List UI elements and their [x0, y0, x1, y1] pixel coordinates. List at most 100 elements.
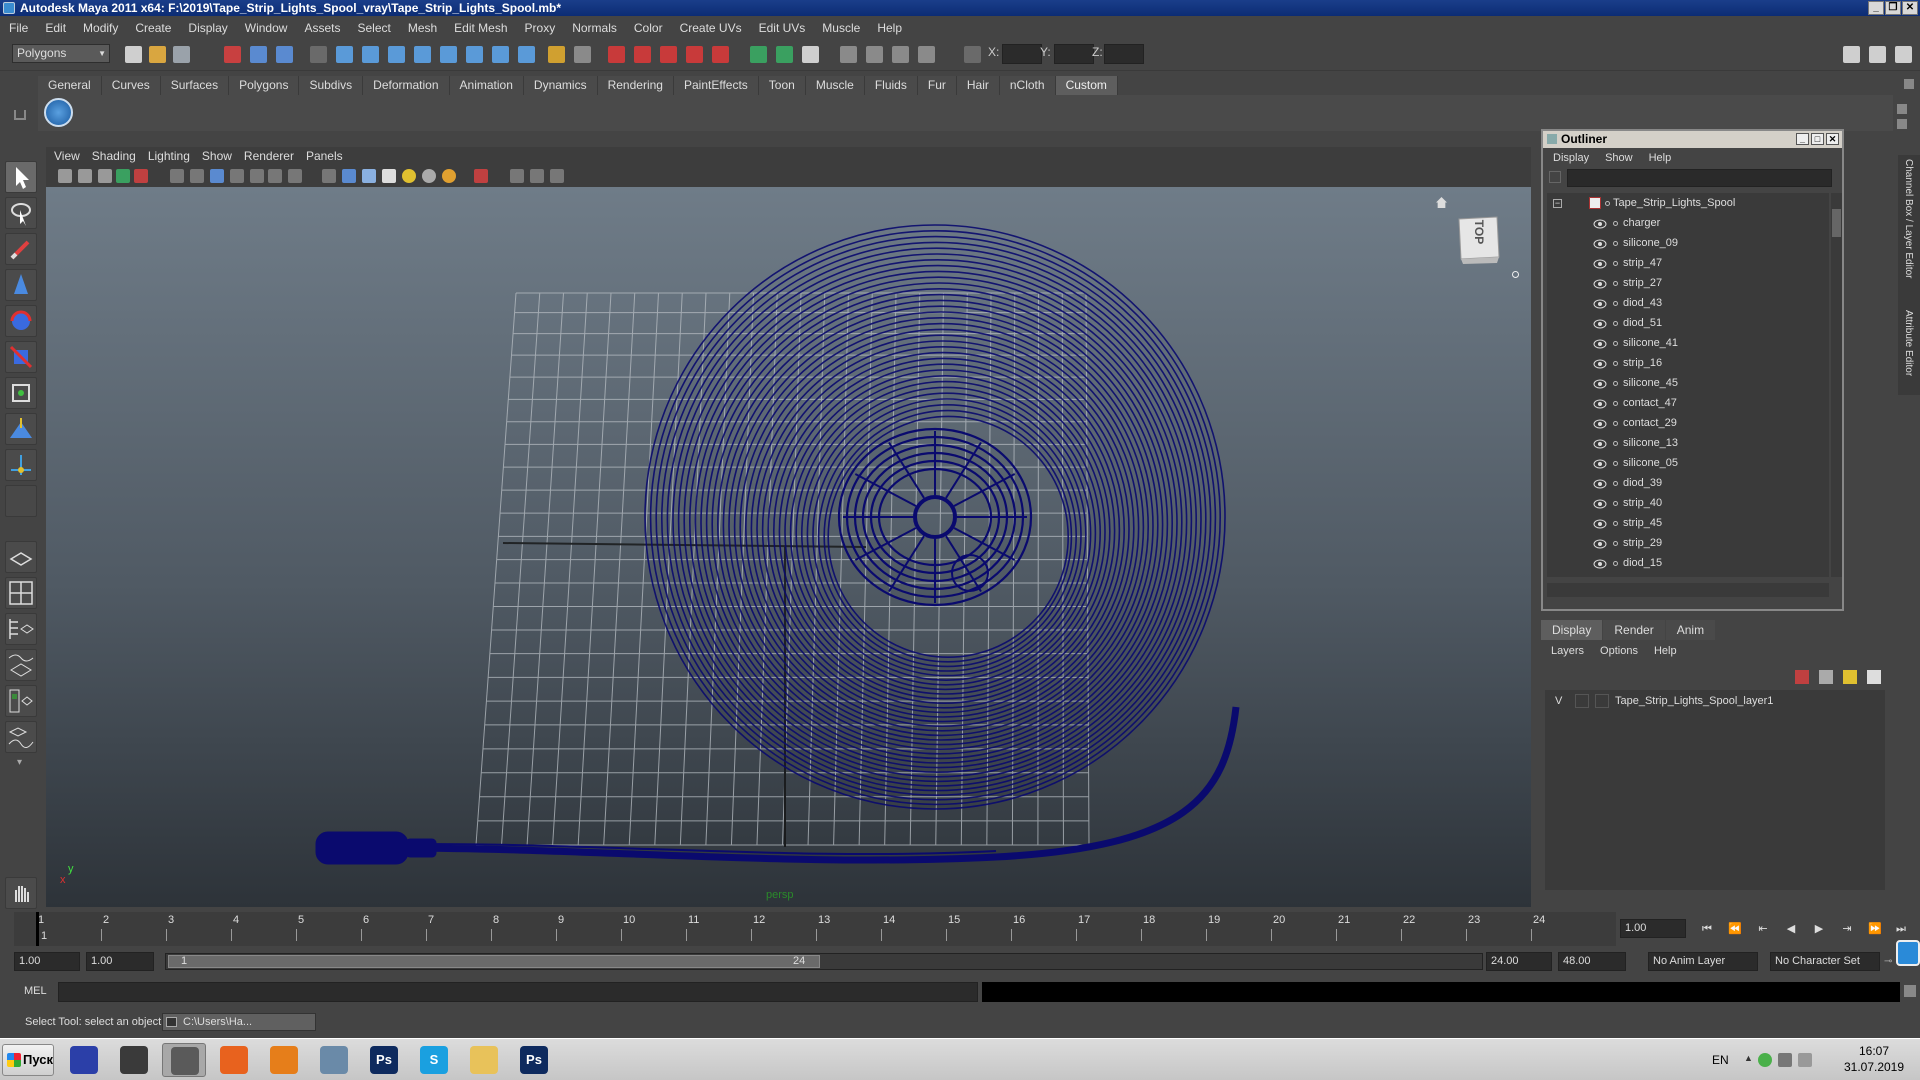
high-quality-icon[interactable]	[442, 169, 456, 183]
outliner-minimize-icon[interactable]: _	[1796, 133, 1809, 145]
menu-create-uvs[interactable]: Create UVs	[680, 21, 742, 35]
outliner-item[interactable]: silicone_45	[1547, 373, 1829, 393]
menu-window[interactable]: Window	[245, 21, 288, 35]
layer-color-swatch[interactable]	[1595, 694, 1609, 708]
outliner-menu-display[interactable]: Display	[1553, 152, 1589, 164]
restore-icon[interactable]: ❐	[1885, 1, 1901, 15]
outliner-item[interactable]: strip_16	[1547, 353, 1829, 373]
magnet-4-icon[interactable]	[686, 46, 703, 63]
rotate-tool-icon[interactable]	[5, 305, 37, 337]
snap-view-icon[interactable]	[466, 46, 483, 63]
safe-title-icon[interactable]	[288, 169, 302, 183]
camera-attributes-icon[interactable]	[78, 169, 92, 183]
shelf-tab-painteffects[interactable]: PaintEffects	[673, 76, 759, 95]
soft-mod-tool-icon[interactable]	[5, 413, 37, 445]
shelf-tab-rendering[interactable]: Rendering	[597, 76, 674, 95]
xray-icon[interactable]	[510, 169, 524, 183]
outliner-filter-icon[interactable]	[1549, 171, 1561, 183]
menu-edit-uvs[interactable]: Edit UVs	[759, 21, 806, 35]
isolate-select-icon[interactable]	[474, 169, 488, 183]
select-tool-icon[interactable]	[5, 161, 37, 193]
layer-list[interactable]: V Tape_Strip_Lights_Spool_layer1	[1545, 690, 1885, 890]
field-chart-icon[interactable]	[250, 169, 264, 183]
two-d-pan-icon[interactable]	[134, 169, 148, 183]
menu-edit[interactable]: Edit	[45, 21, 66, 35]
persp-graph-layout-icon[interactable]	[5, 721, 37, 753]
script-editor-icon[interactable]	[1904, 985, 1916, 997]
layer-menu-options[interactable]: Options	[1600, 645, 1638, 657]
outliner-scroll-thumb[interactable]	[1832, 209, 1841, 237]
shelf-menu-icon[interactable]	[14, 110, 26, 120]
shelf-tab-dynamics[interactable]: Dynamics	[523, 76, 598, 95]
shelf-tab-curves[interactable]: Curves	[101, 76, 161, 95]
go-to-start-icon[interactable]: ⏮	[1700, 922, 1714, 936]
outliner-root-item[interactable]: − Tape_Strip_Lights_Spool	[1547, 193, 1829, 213]
play-backward-icon[interactable]: ◀	[1784, 922, 1798, 936]
view-cube-menu-icon[interactable]	[1512, 271, 1519, 278]
outliner-list[interactable]: − Tape_Strip_Lights_Spool charger silicone_…	[1547, 193, 1829, 577]
outliner-item[interactable]: silicone_05	[1547, 453, 1829, 473]
smooth-shade-icon[interactable]	[342, 169, 356, 183]
hand-tool-icon[interactable]	[5, 877, 37, 909]
layer-menu-help[interactable]: Help	[1654, 645, 1677, 657]
volume-icon[interactable]	[1798, 1053, 1812, 1067]
step-back-frame-icon[interactable]: ⇤	[1756, 922, 1770, 936]
snap-grid-icon[interactable]	[336, 46, 353, 63]
x-field[interactable]	[1002, 44, 1042, 64]
shelf-tab-general[interactable]: General	[38, 76, 102, 95]
shelf-scroll-down-icon[interactable]	[1897, 119, 1907, 129]
new-layer-selected-icon[interactable]	[1795, 670, 1809, 684]
shelf-tab-custom[interactable]: Custom	[1055, 76, 1118, 95]
textured-icon[interactable]	[382, 169, 396, 183]
snap-curve-icon[interactable]	[362, 46, 379, 63]
lock-icon[interactable]	[548, 46, 565, 63]
animation-start-field[interactable]: 1.00	[14, 952, 80, 971]
outliner-menu-help[interactable]: Help	[1649, 152, 1672, 164]
viewport-menu-shading[interactable]: Shading	[92, 149, 136, 163]
outliner-vertical-scrollbar[interactable]	[1831, 193, 1842, 577]
layer-options-icon[interactable]	[1867, 670, 1881, 684]
viewport-menu-view[interactable]: View	[54, 149, 80, 163]
manipulator-tool-icon[interactable]	[5, 377, 37, 409]
current-time-field[interactable]: 1.00	[1620, 919, 1686, 938]
shelf-tab-subdivs[interactable]: Subdivs	[299, 76, 364, 95]
menu-edit-mesh[interactable]: Edit Mesh	[454, 21, 507, 35]
shelf-tab-fluids[interactable]: Fluids	[864, 76, 918, 95]
outliner-layout-icon[interactable]	[5, 613, 37, 645]
play-forward-icon[interactable]: ▶	[1812, 922, 1826, 936]
grid-toggle-icon[interactable]	[170, 169, 184, 183]
ipr-icon[interactable]	[866, 46, 883, 63]
single-perspective-layout-icon[interactable]	[5, 541, 37, 573]
shelf-tab-hair[interactable]: Hair	[956, 76, 1000, 95]
shelf-tab-surfaces[interactable]: Surfaces	[160, 76, 230, 95]
outliner-close-icon[interactable]: ✕	[1826, 133, 1839, 145]
viewport-menu-renderer[interactable]: Renderer	[244, 149, 294, 163]
minimized-window[interactable]: C:\Users\Ha...	[162, 1013, 316, 1031]
use-all-lights-icon[interactable]	[402, 169, 416, 183]
channel-box-tab[interactable]: Channel Box / Layer Editor	[1903, 159, 1914, 279]
menu-color[interactable]: Color	[634, 21, 663, 35]
shelf-tab-fur[interactable]: Fur	[917, 76, 957, 95]
xray-joints-icon[interactable]	[530, 169, 544, 183]
menu-modify[interactable]: Modify	[83, 21, 118, 35]
menu-select[interactable]: Select	[357, 21, 390, 35]
viewport-menu-show[interactable]: Show	[202, 149, 232, 163]
lasso-tool-icon[interactable]	[5, 197, 37, 229]
last-tool-icon[interactable]	[5, 485, 37, 517]
minimize-icon[interactable]: _	[1868, 1, 1884, 15]
attribute-editor-tab[interactable]: Attribute Editor	[1903, 310, 1914, 376]
layer-playback-toggle[interactable]	[1575, 694, 1589, 708]
magnet-3-icon[interactable]	[660, 46, 677, 63]
character-set-dropdown[interactable]: No Character Set	[1770, 952, 1880, 971]
animation-end-field[interactable]: 48.00	[1558, 952, 1626, 971]
magnet-icon[interactable]	[608, 46, 625, 63]
clock[interactable]: 16:07 31.07.2019	[1836, 1043, 1912, 1075]
resolution-gate-icon[interactable]	[210, 169, 224, 183]
collapse-icon[interactable]: −	[1553, 199, 1562, 208]
outliner-item[interactable]: silicone_09	[1547, 233, 1829, 253]
menu-set-selector[interactable]: Polygons	[12, 44, 110, 63]
range-slider-thumb[interactable]: 1 24	[168, 955, 820, 968]
z-field[interactable]	[1104, 44, 1144, 64]
menu-normals[interactable]: Normals	[572, 21, 617, 35]
language-indicator[interactable]: EN	[1712, 1053, 1729, 1067]
